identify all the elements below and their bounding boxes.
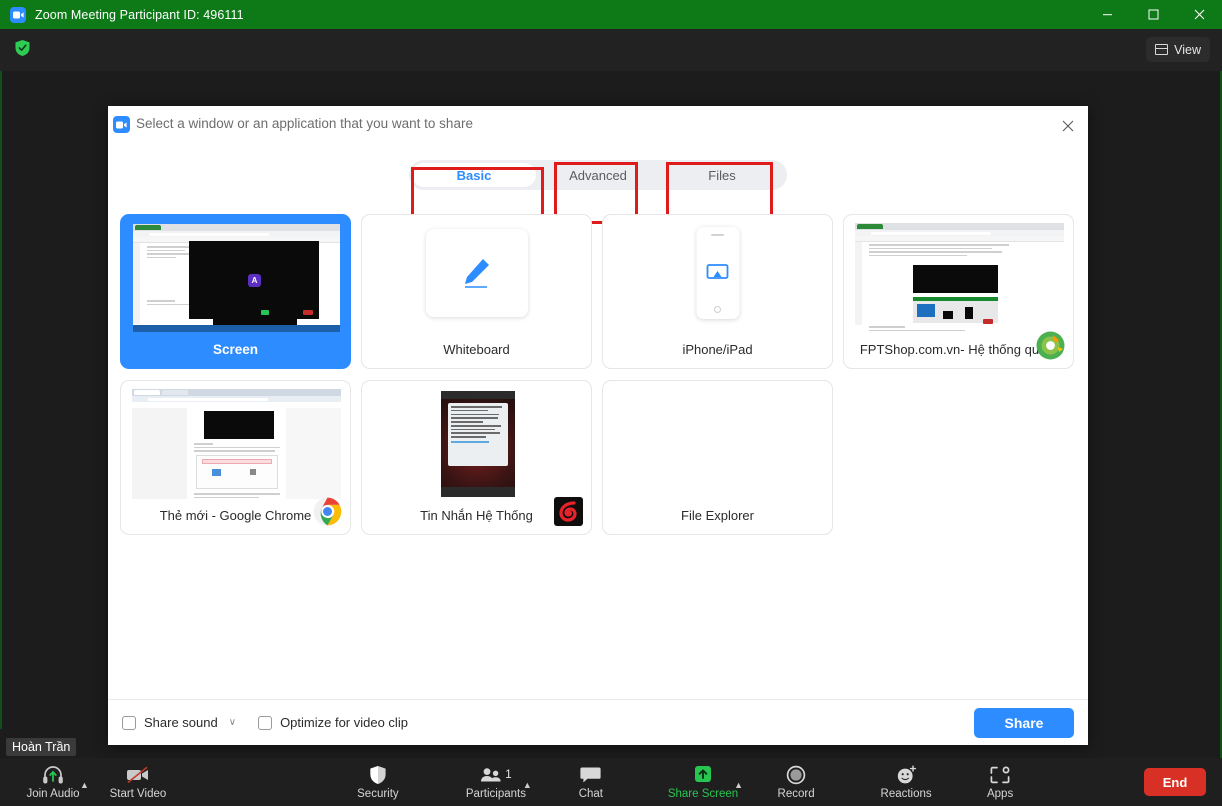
chrome-icon <box>313 497 342 526</box>
record-circle-icon <box>786 765 806 785</box>
share-tile-screen[interactable]: A Screen <box>120 214 351 369</box>
toolbar-label: Chat <box>578 787 603 800</box>
meeting-toolbar: Join Audio ▲ Start Video Security 1 Part… <box>0 758 1222 806</box>
chevron-down-icon[interactable]: ∨ <box>229 717 236 728</box>
share-tile-iphone-ipad[interactable]: iPhone/iPad <box>602 214 833 369</box>
window-preview-thumbnail <box>373 389 582 499</box>
window-preview-thumbnail <box>855 223 1064 333</box>
share-tile-whiteboard[interactable]: Whiteboard <box>361 214 592 369</box>
toolbar-label: Participants <box>465 787 526 800</box>
smiley-plus-icon <box>896 765 917 785</box>
view-button[interactable]: View <box>1146 37 1210 62</box>
participants-chevron-icon[interactable]: ▲ <box>523 780 532 790</box>
toolbar-label: Share Screen <box>667 787 739 800</box>
toolbar-label: Apps <box>986 787 1014 800</box>
phone-home-button <box>714 306 721 313</box>
participant-name-tag: Hoàn Trần <box>6 738 77 756</box>
grid-view-icon <box>1155 44 1169 55</box>
share-screen-chevron-icon[interactable]: ▲ <box>734 780 743 790</box>
dialog-footer: Share sound ∨ Optimize for video clip Sh… <box>108 699 1088 745</box>
shield-check-icon[interactable] <box>12 38 32 58</box>
meeting-topbar: View <box>0 29 1222 71</box>
zoom-camera-icon <box>10 6 26 23</box>
participants-count: 1 <box>505 768 512 781</box>
end-meeting-button[interactable]: End <box>1144 768 1206 796</box>
zoom-meeting-window: Zoom Meeting Participant ID: 496111 View… <box>0 0 1222 806</box>
share-tile-tin-nhan-he-thong[interactable]: Tin Nhắn Hệ Thống <box>361 380 592 535</box>
share-source-grid: A Screen Whiteboard iPhone/iPad FPTShop.… <box>120 214 1076 535</box>
screen-preview-thumbnail: A <box>133 224 340 332</box>
window-border-left <box>0 29 2 729</box>
coccoc-icon <box>1036 331 1065 360</box>
apps-bracket-icon <box>990 765 1010 785</box>
shield-icon <box>369 765 387 785</box>
share-selection-dialog: Select a window or an application that y… <box>108 106 1088 745</box>
toolbar-start-video[interactable]: Start Video <box>107 758 169 806</box>
optimize-video-checkbox[interactable] <box>258 715 273 730</box>
zoom-camera-icon <box>113 116 130 133</box>
toolbar-share-screen[interactable]: Share Screen <box>668 758 738 806</box>
share-sound-checkbox[interactable] <box>122 715 136 730</box>
toolbar-label: Record <box>777 787 815 800</box>
phone-speaker <box>711 234 724 236</box>
minimize-button[interactable] <box>1084 0 1130 29</box>
dialog-title: Select a window or an application that y… <box>136 116 473 131</box>
share-tile-file-explorer[interactable]: File Explorer <box>602 380 833 535</box>
phone-airplay-icon <box>696 227 739 319</box>
dialog-header: Select a window or an application that y… <box>108 106 1088 146</box>
share-sound-option[interactable]: Share sound ∨ <box>122 715 236 730</box>
toolbar-security[interactable]: Security <box>347 758 409 806</box>
window-titlebar: Zoom Meeting Participant ID: 496111 <box>0 0 1222 29</box>
tab-advanced[interactable]: Advanced <box>536 163 660 187</box>
garena-icon <box>554 497 583 526</box>
chat-bubble-icon <box>580 765 601 785</box>
window-preview-thumbnail <box>614 389 823 499</box>
window-controls <box>1084 0 1222 29</box>
toolbar-chat[interactable]: Chat <box>560 758 622 806</box>
share-screen-up-arrow-icon <box>692 765 714 785</box>
tab-files[interactable]: Files <box>660 163 784 187</box>
join-audio-chevron-icon[interactable]: ▲ <box>80 780 89 790</box>
toolbar-apps[interactable]: Apps <box>969 758 1031 806</box>
headset-join-audio-icon <box>42 765 64 785</box>
view-button-label: View <box>1174 42 1201 57</box>
meeting-body: View Select a window or an application t… <box>0 29 1222 806</box>
close-button[interactable] <box>1176 0 1222 29</box>
optimize-video-label: Optimize for video clip <box>280 715 408 730</box>
toolbar-reactions[interactable]: Reactions <box>875 758 937 806</box>
whiteboard-pencil-icon <box>425 229 528 317</box>
toolbar-record[interactable]: Record <box>765 758 827 806</box>
toolbar-participants[interactable]: 1 Participants <box>465 758 527 806</box>
toolbar-label: Reactions <box>880 787 932 800</box>
toolbar-label: Join Audio <box>26 787 80 800</box>
dialog-tabbar: Basic Advanced Files <box>108 146 1088 226</box>
toolbar-label: Security <box>357 787 399 800</box>
share-tile-google-chrome[interactable]: Thẻ mới - Google Chrome <box>120 380 351 535</box>
share-sound-label: Share sound <box>144 715 218 730</box>
participants-icon: 1 <box>480 765 512 785</box>
window-preview-thumbnail <box>132 389 341 499</box>
share-tile-label: Screen <box>212 342 259 357</box>
dialog-close-icon[interactable] <box>1054 113 1082 139</box>
window-title: Zoom Meeting Participant ID: 496111 <box>35 7 244 22</box>
share-mode-tabs: Basic Advanced Files <box>409 160 787 190</box>
share-button[interactable]: Share <box>974 707 1074 738</box>
share-tile-label: File Explorer <box>681 508 754 523</box>
toolbar-label: Start Video <box>109 787 167 800</box>
optimize-video-option[interactable]: Optimize for video clip <box>258 715 408 730</box>
share-tile-label: Whiteboard <box>443 342 510 357</box>
toolbar-join-audio[interactable]: Join Audio <box>22 758 84 806</box>
tab-basic[interactable]: Basic <box>412 163 536 187</box>
maximize-button[interactable] <box>1130 0 1176 29</box>
share-tile-fptshop[interactable]: FPTShop.com.vn- Hệ thống quả... <box>843 214 1074 369</box>
camera-off-icon <box>126 765 150 785</box>
share-tile-label: iPhone/iPad <box>682 342 753 357</box>
